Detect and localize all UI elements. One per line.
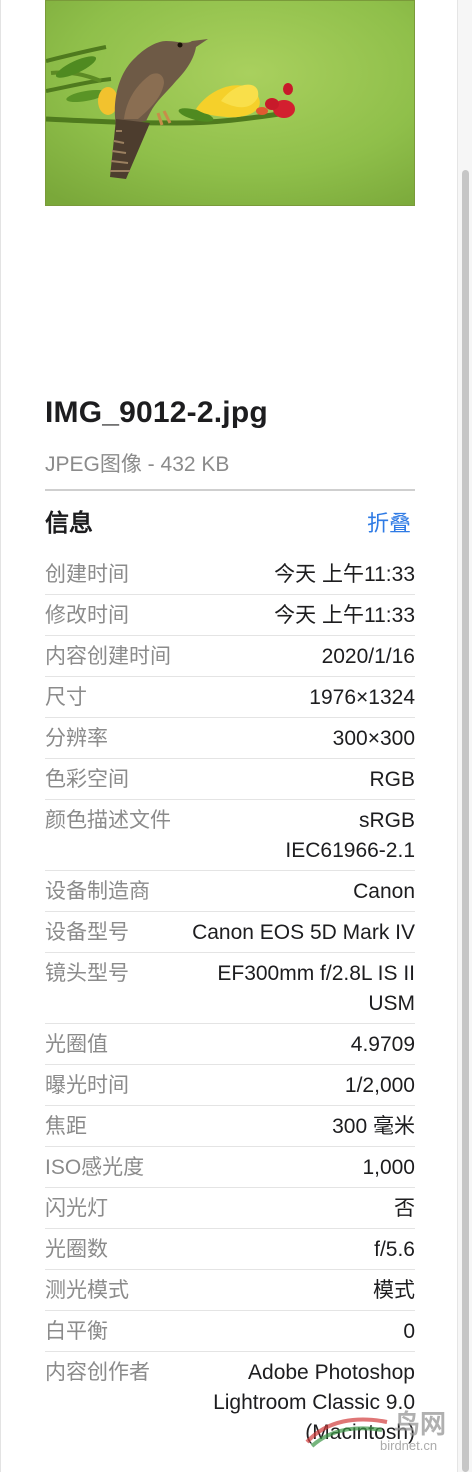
info-value: 1,000	[362, 1156, 415, 1179]
info-row-resolution: 分辨率 300×300	[45, 718, 415, 759]
info-label: 内容创作者	[45, 1361, 150, 1384]
info-row-model: 设备型号 Canon EOS 5D Mark IV	[45, 912, 415, 953]
info-value: f/5.6	[374, 1238, 415, 1261]
info-row-manufacturer: 设备制造商 Canon	[45, 871, 415, 912]
info-label: 设备型号	[45, 921, 129, 944]
info-value: Canon EOS 5D Mark IV	[192, 921, 415, 944]
info-label: 镜头型号	[45, 962, 129, 985]
info-label: ISO感光度	[45, 1156, 145, 1179]
info-value: 1976×1324	[309, 686, 415, 709]
info-label: 尺寸	[45, 686, 87, 709]
info-value: sRGB IEC61966-2.1	[285, 809, 415, 862]
section-divider	[45, 489, 415, 491]
info-label: 白平衡	[45, 1320, 108, 1343]
info-value: 今天 上午11:33	[274, 563, 415, 586]
info-row-color-space: 色彩空间 RGB	[45, 759, 415, 800]
file-name: IMG_9012-2.jpg	[45, 396, 268, 429]
info-label: 色彩空间	[45, 768, 129, 791]
info-panel: IMG_9012-2.jpg JPEG图像 - 432 KB 信息 折叠 创建时…	[0, 0, 459, 1472]
info-label: 修改时间	[45, 604, 129, 627]
info-label: 光圈值	[45, 1033, 108, 1056]
info-label: 光圈数	[45, 1238, 108, 1261]
info-row-lens: 镜头型号 EF300mm f/2.8L IS II USM	[45, 953, 415, 1024]
watermark-url: birdnet.cn	[380, 1438, 438, 1453]
info-value: 今天 上午11:33	[274, 604, 415, 627]
info-row-modified: 修改时间 今天 上午11:33	[45, 595, 415, 636]
image-preview[interactable]	[45, 0, 415, 206]
info-label: 分辨率	[45, 727, 108, 750]
info-value: Canon	[353, 880, 415, 903]
swoosh-logo-icon	[305, 1417, 388, 1448]
info-label: 创建时间	[45, 563, 129, 586]
info-label: 设备制造商	[45, 880, 150, 903]
info-value: 0	[403, 1320, 415, 1343]
scrollbar[interactable]	[457, 0, 472, 1472]
info-row-f-number: 光圈数 f/5.6	[45, 1229, 415, 1270]
info-value: EF300mm f/2.8L IS II USM	[217, 962, 415, 1015]
info-label: 颜色描述文件	[45, 809, 171, 832]
info-row-iso: ISO感光度 1,000	[45, 1147, 415, 1188]
info-value: 300 毫米	[332, 1115, 415, 1138]
info-value: 300×300	[332, 727, 415, 750]
info-label: 曝光时间	[45, 1074, 129, 1097]
info-label: 焦距	[45, 1115, 87, 1138]
info-label: 测光模式	[45, 1279, 129, 1302]
info-value: 2020/1/16	[321, 645, 415, 668]
info-list: 创建时间 今天 上午11:33 修改时间 今天 上午11:33 内容创建时间 2…	[45, 554, 415, 1452]
info-row-exposure-time: 曝光时间 1/2,000	[45, 1065, 415, 1106]
bird-photo	[46, 1, 414, 205]
file-type-size: JPEG图像 - 432 KB	[45, 453, 230, 476]
info-value: 1/2,000	[344, 1074, 415, 1097]
watermark: 鸟网 birdnet.cn	[302, 1404, 462, 1466]
info-value: 4.9709	[350, 1033, 415, 1056]
info-section-title: 信息	[45, 510, 93, 537]
info-label: 内容创建时间	[45, 645, 171, 668]
info-row-color-profile: 颜色描述文件 sRGB IEC61966-2.1	[45, 800, 415, 871]
info-row-content-created: 内容创建时间 2020/1/16	[45, 636, 415, 677]
info-value: 模式	[373, 1279, 415, 1302]
info-row-white-balance: 白平衡 0	[45, 1311, 415, 1352]
info-row-focal-length: 焦距 300 毫米	[45, 1106, 415, 1147]
info-row-aperture-value: 光圈值 4.9709	[45, 1024, 415, 1065]
watermark-text: 鸟网	[394, 1409, 447, 1439]
info-value: 否	[394, 1197, 415, 1220]
info-row-created: 创建时间 今天 上午11:33	[45, 554, 415, 595]
info-label: 闪光灯	[45, 1197, 108, 1220]
info-value: RGB	[369, 768, 415, 791]
scroll-thumb[interactable]	[462, 170, 469, 1472]
info-row-dimensions: 尺寸 1976×1324	[45, 677, 415, 718]
info-section-header: 信息 折叠	[45, 503, 415, 543]
info-row-metering: 测光模式 模式	[45, 1270, 415, 1311]
info-row-flash: 闪光灯 否	[45, 1188, 415, 1229]
collapse-button[interactable]: 折叠	[367, 506, 411, 538]
